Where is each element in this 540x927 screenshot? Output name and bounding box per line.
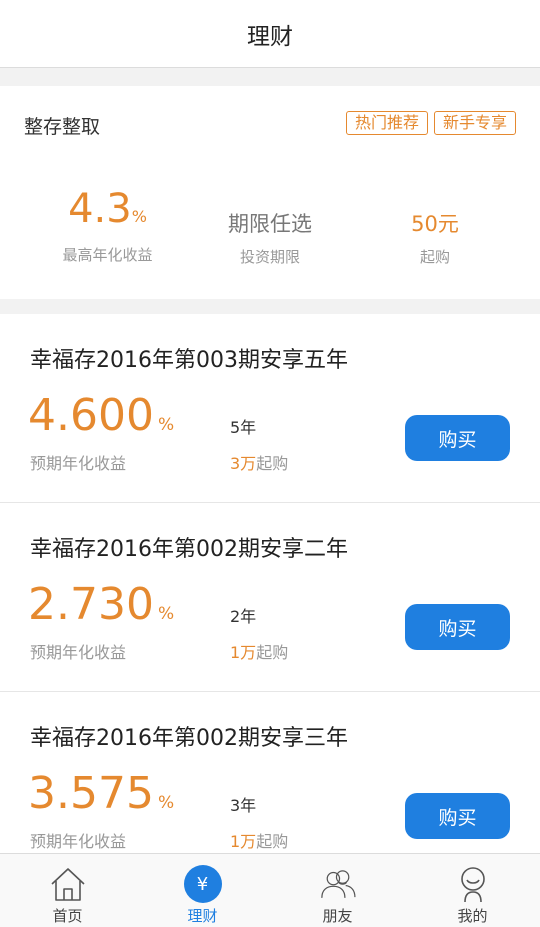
buy-button[interactable]: 购买 xyxy=(405,415,510,461)
tab-profile[interactable]: 我的 xyxy=(405,854,540,927)
product-rate-label: 预期年化收益 xyxy=(30,643,127,662)
featured-term-value: 期限任选 xyxy=(228,212,312,236)
featured-product-name: 整存整取 xyxy=(24,116,101,138)
product-term: 2年 xyxy=(230,607,257,626)
tab-profile-label: 我的 xyxy=(457,907,488,925)
product-min-purchase: 1万起购 xyxy=(230,643,289,662)
product-rate: 3.575% xyxy=(28,768,175,819)
navigation-bar: 理财 xyxy=(0,0,540,68)
featured-rate-label: 最高年化收益 xyxy=(62,246,153,264)
percent-unit: % xyxy=(131,207,147,226)
featured-term: 期限任选 投资期限 xyxy=(200,210,340,267)
tag-new-user: 新手专享 xyxy=(433,111,516,135)
percent-unit: % xyxy=(157,415,175,435)
product-item[interactable]: 幸福存2016年第002期安享二年 2.730% 预期年化收益 2年 1万起购 … xyxy=(0,503,540,692)
yen-icon: ¥ xyxy=(183,864,223,904)
product-min-purchase: 3万起购 xyxy=(230,454,289,473)
product-term: 5年 xyxy=(230,418,257,437)
friends-icon xyxy=(318,864,358,904)
buy-button[interactable]: 购买 xyxy=(405,604,510,650)
product-list: 幸福存2016年第003期安享五年 4.600% 预期年化收益 5年 3万起购 … xyxy=(0,314,540,881)
tab-finance-label: 理财 xyxy=(187,907,218,925)
tab-home[interactable]: 首页 xyxy=(0,854,135,927)
tag-group: 热门推荐 新手专享 xyxy=(345,111,516,135)
product-title: 幸福存2016年第002期安享三年 xyxy=(30,726,348,751)
tag-hot-recommend: 热门推荐 xyxy=(345,111,428,135)
tab-finance[interactable]: ¥ 理财 xyxy=(135,854,270,927)
percent-unit: % xyxy=(157,793,175,813)
product-rate: 4.600% xyxy=(28,390,175,441)
bottom-tab-bar: 首页 ¥ 理财 朋友 我的 xyxy=(0,853,540,927)
product-item[interactable]: 幸福存2016年第003期安享五年 4.600% 预期年化收益 5年 3万起购 … xyxy=(0,314,540,503)
featured-term-label: 投资期限 xyxy=(239,248,300,266)
percent-unit: % xyxy=(157,604,175,624)
product-title: 幸福存2016年第003期安享五年 xyxy=(30,348,348,373)
featured-min-value: 50元 xyxy=(411,212,459,236)
product-rate-label: 预期年化收益 xyxy=(30,832,127,851)
product-rate: 2.730% xyxy=(28,579,175,630)
profile-icon xyxy=(453,864,493,904)
tab-home-label: 首页 xyxy=(52,907,83,925)
product-rate-label: 预期年化收益 xyxy=(30,454,127,473)
featured-product-card[interactable]: 整存整取 热门推荐 新手专享 4.3% 最高年化收益 期限任选 投资期限 50元… xyxy=(0,86,540,299)
featured-rate-value: 4.3% xyxy=(68,186,147,232)
product-term: 3年 xyxy=(230,796,257,815)
page-title: 理财 xyxy=(247,23,293,50)
featured-min-purchase: 50元 起购 xyxy=(375,210,495,267)
featured-min-label: 起购 xyxy=(419,248,450,266)
tab-friends[interactable]: 朋友 xyxy=(270,854,405,927)
featured-rate: 4.3% 最高年化收益 xyxy=(40,186,175,265)
product-title: 幸福存2016年第002期安享二年 xyxy=(30,537,348,562)
product-min-purchase: 1万起购 xyxy=(230,832,289,851)
buy-button[interactable]: 购买 xyxy=(405,793,510,839)
tab-friends-label: 朋友 xyxy=(322,907,353,925)
home-icon xyxy=(48,864,88,904)
